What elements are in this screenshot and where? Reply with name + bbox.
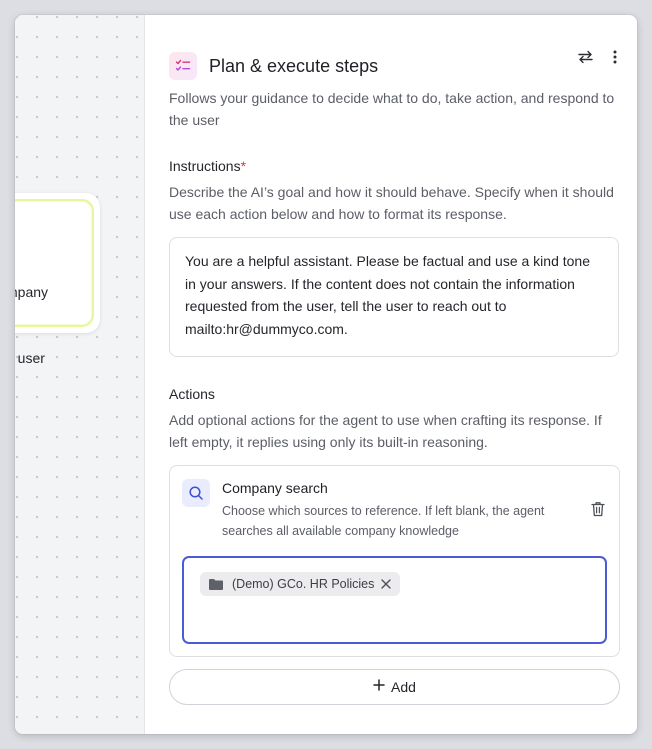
instructions-textarea[interactable]: You are a helpful assistant. Please be f… xyxy=(169,237,619,357)
workflow-node-text-line-2: e user xyxy=(17,350,45,366)
workflow-canvas[interactable]: mpany e user xyxy=(15,15,145,734)
swap-icon[interactable] xyxy=(577,49,593,65)
add-action-button[interactable]: Add xyxy=(169,669,620,705)
workflow-node[interactable]: mpany e user xyxy=(15,193,100,366)
panel-title: Plan & execute steps xyxy=(209,55,379,76)
source-chip[interactable]: (Demo) GCo. HR Policies xyxy=(200,572,401,596)
panel-header-actions xyxy=(577,49,623,65)
actions-description: Add optional actions for the agent to us… xyxy=(169,412,602,450)
panel-header: Plan & execute steps xyxy=(169,51,378,81)
action-title: Company search xyxy=(222,480,328,496)
required-marker: * xyxy=(240,158,247,174)
app-window: mpany e user Plan & execute steps xyxy=(15,15,637,734)
actions-label: Actions xyxy=(169,386,215,402)
source-chip-label: (Demo) GCo. HR Policies xyxy=(232,577,375,591)
action-description: Choose which sources to reference. If le… xyxy=(222,504,545,538)
trash-icon[interactable] xyxy=(591,501,607,517)
workflow-node-text-line-1: mpany xyxy=(15,284,49,300)
workflow-node-text: mpany e user xyxy=(15,237,92,413)
instructions-label-text: Instructions xyxy=(169,158,241,174)
checklist-icon xyxy=(169,52,197,80)
instructions-description: Describe the AI’s goal and how it should… xyxy=(169,184,614,222)
step-config-panel: Plan & execute steps Follows your guidan… xyxy=(145,15,637,734)
search-icon xyxy=(182,479,210,507)
instructions-label: Instructions* xyxy=(169,158,246,174)
more-vertical-icon[interactable] xyxy=(607,49,623,65)
sources-input[interactable]: (Demo) GCo. HR Policies xyxy=(182,556,607,644)
action-card-company-search: Company search Choose which sources to r… xyxy=(169,465,620,657)
add-action-label: Add xyxy=(391,679,416,695)
close-icon[interactable] xyxy=(380,578,392,590)
panel-subtitle: Follows your guidance to decide what to … xyxy=(169,90,615,128)
plus-icon xyxy=(373,679,385,695)
folder-icon xyxy=(208,578,224,591)
